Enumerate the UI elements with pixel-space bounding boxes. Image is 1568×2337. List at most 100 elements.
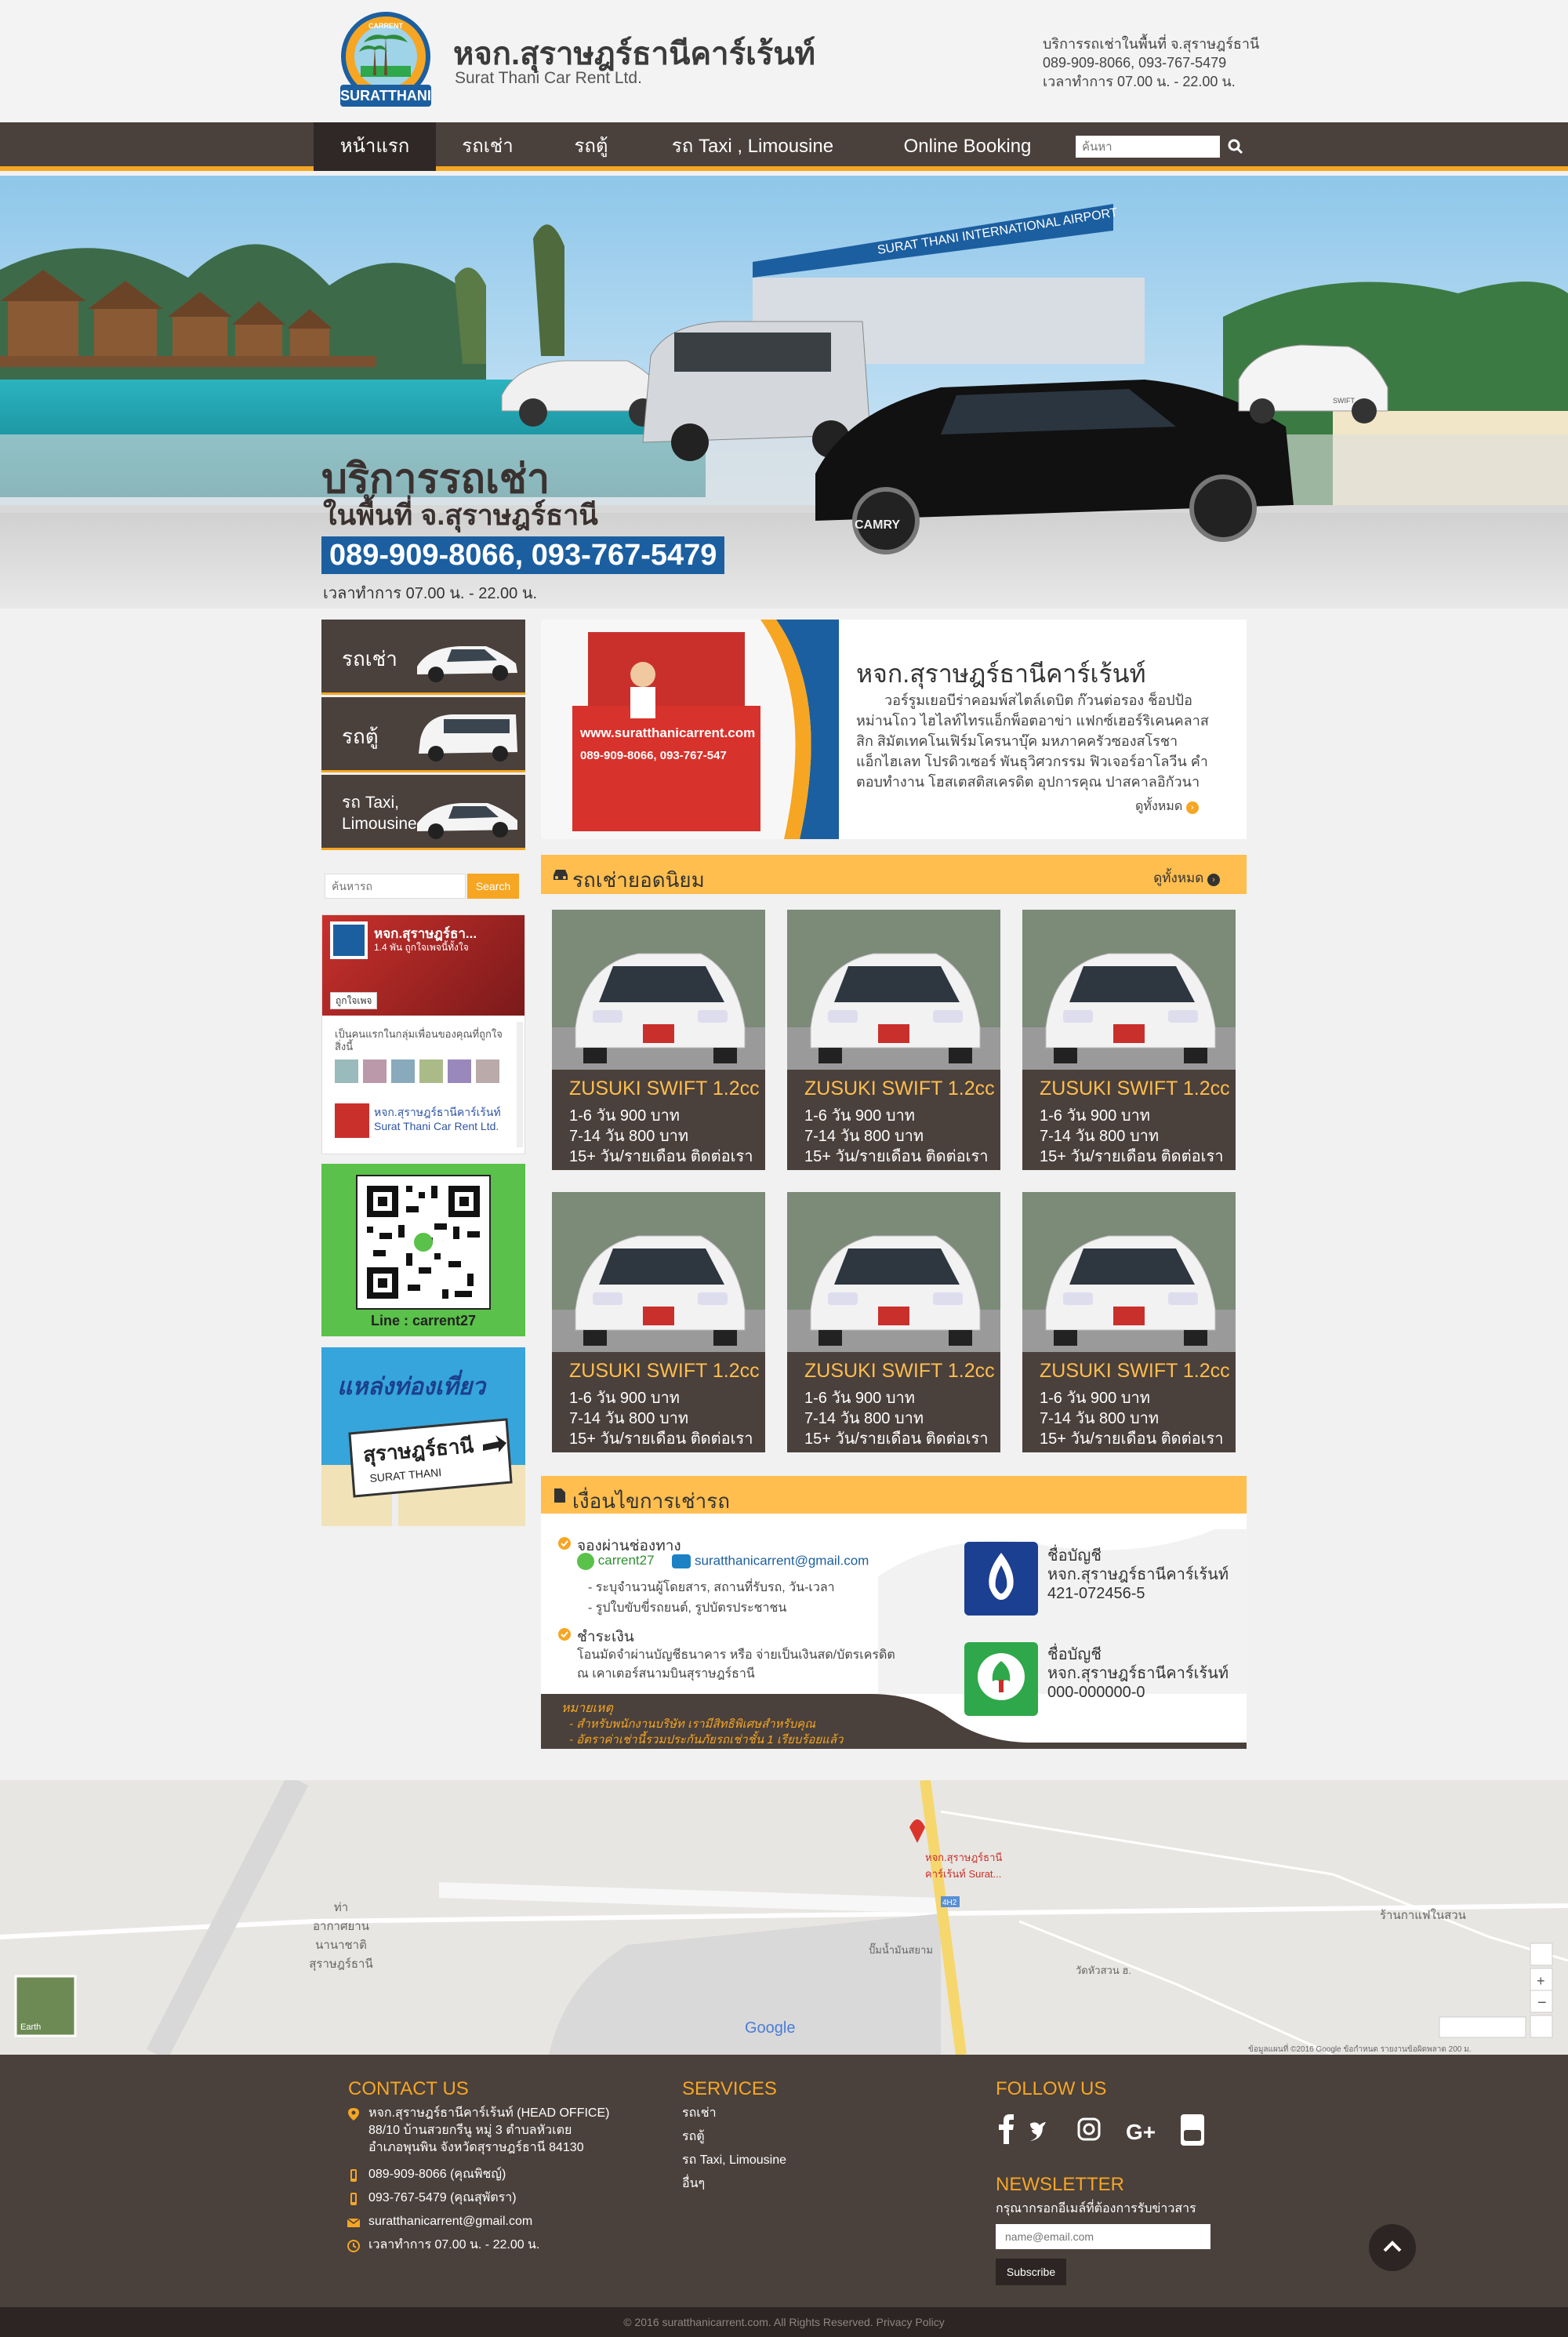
terms-title: เงื่อนไขการเช่ารถ: [572, 1489, 730, 1513]
sidebar-search-input[interactable]: [325, 874, 466, 899]
bank-label: ชื่อบัญชี: [1047, 1547, 1102, 1565]
payment-item: ณ เคาเตอร์สนามบินสุราษฎร์ธานี: [577, 1667, 755, 1681]
back-to-top-button[interactable]: [1369, 2224, 1416, 2271]
bangkok-bank-logo: [964, 1542, 1038, 1616]
footer-service-link[interactable]: รถ Taxi, Limousine: [682, 2152, 786, 2169]
travel-title: แหล่งท่องเที่ยว: [337, 1369, 487, 1401]
car-name[interactable]: ZUSUKI SWIFT 1.2cc: [1040, 1360, 1230, 1383]
about-photo: www.suratthanicarrent.com 089-909-8066, …: [541, 620, 839, 839]
site-header: SURATTHANI CARRENT หจก.สุราษฎร์ธานีคาร์เ…: [0, 0, 1568, 122]
footer-services-heading: SERVICES: [682, 2078, 777, 2099]
sidebar-cat-van[interactable]: รถตู้: [321, 697, 525, 772]
sidebar-search-button[interactable]: Search: [467, 874, 519, 899]
line-icon: [577, 1553, 594, 1570]
sidebar-cat-taxi[interactable]: รถ Taxi, Limousine: [321, 775, 525, 850]
travel-image: แหล่งท่องเที่ยว สุราษฎร์ธานี SURAT THANI: [321, 1347, 525, 1526]
subscribe-button[interactable]: Subscribe: [996, 2259, 1066, 2285]
terms-header: เงื่อนไขการเช่ารถ: [541, 1476, 1247, 1515]
map-canvas: 4H2 Earth Google + −: [0, 1780, 1568, 2055]
map-pin-label[interactable]: หจก.สุราษฎร์ธานี คาร์เร้นท์ Surat...: [925, 1849, 1011, 1882]
nav-van[interactable]: รถตู้: [552, 122, 630, 171]
sidebar-cat-car-rental[interactable]: รถเช่า: [321, 620, 525, 695]
search-icon[interactable]: [1225, 136, 1247, 158]
fb-post-title[interactable]: หจก.สุราษฎร์ธานีคาร์เร้นท์ Surat Thani C…: [374, 1105, 515, 1133]
document-icon: [554, 1488, 565, 1503]
footer-newsletter-heading: NEWSLETTER: [996, 2174, 1125, 2195]
nav-online-booking[interactable]: Online Booking: [881, 122, 1054, 171]
car-photo: [787, 1192, 1000, 1352]
car-card[interactable]: ZUSUKI SWIFT 1.2cc 1-6 วัน 900 บาท 7-14 วั…: [787, 910, 1000, 1170]
map-road-label: 4H2: [942, 1899, 957, 1907]
car-name[interactable]: ZUSUKI SWIFT 1.2cc: [569, 1360, 760, 1383]
car-name[interactable]: ZUSUKI SWIFT 1.2cc: [804, 1078, 995, 1100]
car-price-line: 15+ วัน/รายเดือน ติดต่อเรา: [1040, 1430, 1224, 1448]
car-card[interactable]: ZUSUKI SWIFT 1.2cc 1-6 วัน 900 บาท 7-14 วั…: [1022, 910, 1236, 1170]
car-photo: [787, 910, 1000, 1070]
line-qr-box: Line : carrent27: [321, 1164, 525, 1336]
newsletter-email-input[interactable]: [996, 2224, 1210, 2249]
car-card[interactable]: ZUSUKI SWIFT 1.2cc 1-6 วัน 900 บาท 7-14 วั…: [552, 910, 765, 1170]
email-icon: [347, 2218, 360, 2227]
chevron-up-icon: [1383, 2241, 1402, 2252]
nav-search-input[interactable]: [1076, 136, 1220, 158]
nav-car-rental[interactable]: รถเช่า: [448, 122, 527, 171]
fb-scrollbar[interactable]: [517, 1022, 523, 1147]
booking-email[interactable]: suratthanicarrent@gmail.com: [695, 1553, 869, 1568]
car-photo: [552, 1192, 765, 1352]
car-name[interactable]: ZUSUKI SWIFT 1.2cc: [804, 1360, 995, 1383]
footer-email[interactable]: suratthanicarrent@gmail.com: [368, 2213, 532, 2230]
note-item: - อัตราค่าเช่านี้รวมประกันภัยรถเช่าชั้น …: [569, 1733, 844, 1746]
fb-page-avatar[interactable]: [330, 921, 368, 959]
fb-like-button[interactable]: ถูกใจเพจ: [330, 992, 378, 1009]
zoom-out-icon: −: [1537, 1994, 1547, 2012]
location-map[interactable]: 4H2 Earth Google + − หจก.สุราษฎร์ธานี คา…: [0, 1780, 1568, 2055]
nav-home[interactable]: หน้าแรก: [314, 122, 436, 171]
car-photo: [1022, 910, 1236, 1070]
hero-banner: SURAT THANI INTERNATIONAL AIRPORT CAMRY …: [0, 176, 1568, 609]
terms-section: จองผ่านช่องทาง carrent27 suratthanicarre…: [541, 1514, 1247, 1749]
car-card[interactable]: ZUSUKI SWIFT 1.2cc 1-6 วัน 900 บาท 7-14 วั…: [1022, 1192, 1236, 1452]
sidebar-cat-label: รถ Taxi, Limousine: [342, 792, 417, 834]
car-price-line: 15+ วัน/รายเดือน ติดต่อเรา: [569, 1148, 753, 1165]
sidebar-cat-label-line1: รถ Taxi,: [342, 794, 400, 812]
map-label: ร้านกาแฟในสวน: [1380, 1909, 1466, 1922]
footer-service-link[interactable]: อื่นๆ: [682, 2175, 705, 2193]
car-card[interactable]: ZUSUKI SWIFT 1.2cc 1-6 วัน 900 บาท 7-14 วั…: [787, 1192, 1000, 1452]
footer-phone-2[interactable]: 093-767-5479 (คุณสุพัตรา): [368, 2190, 517, 2207]
copyright: © 2016 suratthanicarrent.com. All Rights…: [0, 2307, 1568, 2337]
hero-subtitle: ในพื้นที่ จ.สุราษฎร์ธานี: [323, 499, 598, 531]
car-price-line: 15+ วัน/รายเดือน ติดต่อเรา: [569, 1430, 753, 1448]
car-price-line: 15+ วัน/รายเดือน ติดต่อเรา: [804, 1148, 989, 1165]
footer-address: หจก.สุราษฎร์ธานีคาร์เร้นท์ (HEAD OFFICE)…: [368, 2105, 609, 2157]
footer-service-link[interactable]: รถเช่า: [682, 2105, 717, 2122]
car-icon: [417, 646, 517, 682]
car-card[interactable]: ZUSUKI SWIFT 1.2cc 1-6 วัน 900 บาท 7-14 วั…: [552, 1192, 765, 1452]
hero-phone[interactable]: 089-909-8066, 093-767-5479: [321, 536, 725, 574]
site-logo[interactable]: SURATTHANI CARRENT: [329, 11, 442, 111]
header-hours: เวลาทำการ 07.00 น. - 22.00 น.: [1043, 74, 1236, 89]
footer-phone-1[interactable]: 089-909-8066 (คุณพิชญ์): [368, 2166, 506, 2183]
twitter-icon: [1030, 2122, 1046, 2141]
hero-hours: เวลาทำการ 07.00 น. - 22.00 น.: [323, 585, 538, 602]
map-airport-label: ท่าอากาศยาน นานาชาติ สุราษฎร์ธานี: [309, 1901, 373, 1971]
footer-address-line: 88/10 บ้านสวยกรีนู หมู่ 3 ตำบลหัวเตย: [368, 2124, 572, 2137]
car-name[interactable]: ZUSUKI SWIFT 1.2cc: [1040, 1078, 1230, 1100]
sidebar-cat-label: รถตู้: [342, 725, 379, 748]
popular-more-link[interactable]: ดูทั้งหมด ›: [1153, 867, 1220, 889]
footer-follow-heading: FOLLOW US: [996, 2078, 1107, 2099]
car-name[interactable]: ZUSUKI SWIFT 1.2cc: [569, 1078, 760, 1100]
car-photo: [1022, 1192, 1236, 1352]
hero-image: SURAT THANI INTERNATIONAL AIRPORT CAMRY …: [0, 176, 1568, 609]
facebook-icon: [999, 2114, 1014, 2144]
travel-banner[interactable]: แหล่งท่องเที่ยว สุราษฎร์ธานี SURAT THANI: [321, 1347, 525, 1526]
email-icon: [672, 1554, 691, 1568]
bank-account-1: ชื่อบัญชี หจก.สุราษฎร์ธานีคาร์เร้นท์ 421…: [1047, 1546, 1229, 1603]
map-earth-label: Earth: [20, 2023, 41, 2032]
nav-taxi-limousine[interactable]: รถ Taxi , Limousine: [655, 122, 850, 171]
footer-service-link[interactable]: รถตู้: [682, 2128, 705, 2146]
google-plus-icon: G+: [1126, 2120, 1156, 2144]
car-photo: [552, 910, 765, 1070]
line-id[interactable]: carrent27: [598, 1553, 655, 1568]
booking-item: - ระบุจำนวนผู้โดยสาร, สถานที่รับรถ, วัน-…: [588, 1581, 835, 1594]
about-more-link[interactable]: ดูทั้งหมด ›: [1135, 797, 1199, 816]
